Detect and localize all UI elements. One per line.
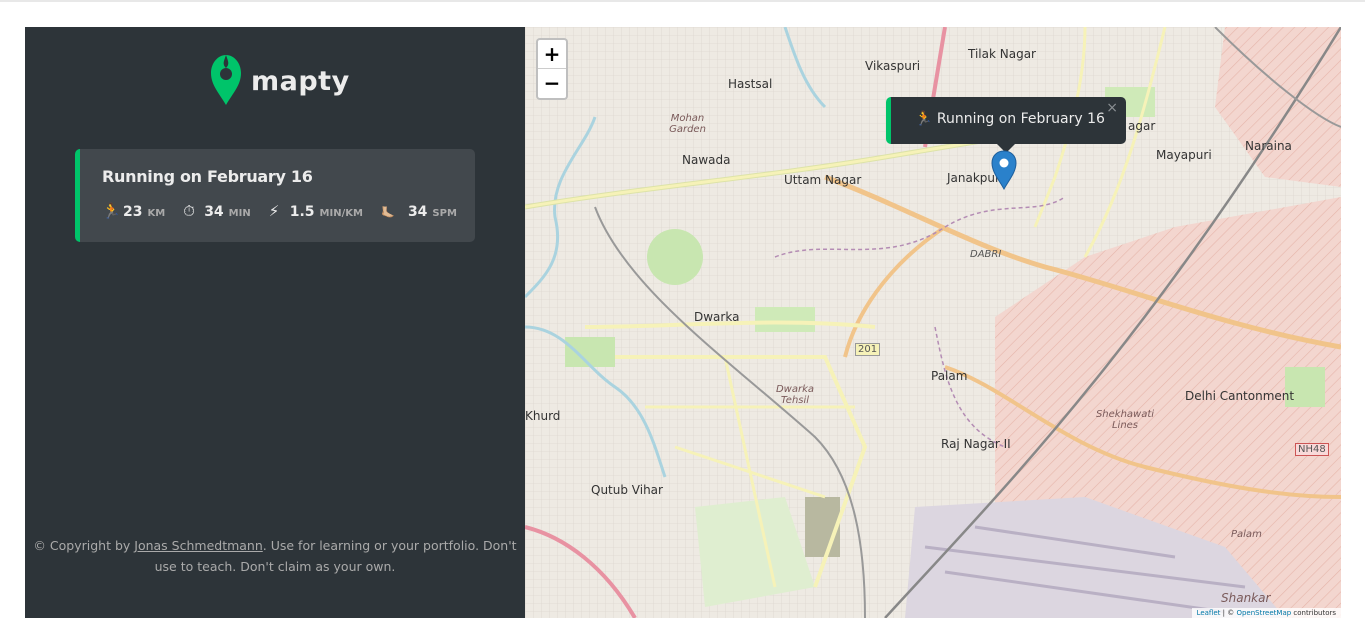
map-label-dabri: DABRI bbox=[970, 249, 1002, 260]
distance-value: 23 bbox=[123, 204, 143, 220]
author-link[interactable]: Jonas Schmedtmann bbox=[134, 538, 263, 553]
map-label-nagar: agar bbox=[1128, 119, 1156, 133]
osm-link[interactable]: OpenStreetMap bbox=[1236, 609, 1291, 617]
app-container: mapty Running on February 16 🏃 23 KM ⏱ 3… bbox=[25, 27, 1341, 618]
attribution-sep: | © bbox=[1220, 609, 1237, 617]
cadence-value: 34 bbox=[407, 204, 428, 220]
map-label-palam: Palam bbox=[931, 369, 968, 383]
map-label-vikaspuri: Vikaspuri bbox=[865, 59, 921, 73]
footprint-icon: 🦶🏼 bbox=[380, 206, 395, 219]
map-label-dwarka-tehsil: Dwarka Tehsil bbox=[775, 384, 815, 406]
map-label-hastsal: Hastsal bbox=[728, 77, 773, 91]
map-attribution: Leaflet | © OpenStreetMap contributors bbox=[1191, 608, 1341, 618]
map-label-naraina: Naraina bbox=[1245, 139, 1292, 153]
map-label-mohan-garden: Mohan Garden bbox=[669, 113, 706, 135]
map-label-dwarka: Dwarka bbox=[694, 310, 740, 324]
map-marker-icon[interactable] bbox=[991, 150, 1017, 190]
stopwatch-icon: ⏱ bbox=[183, 202, 195, 220]
attribution-contributors: contributors bbox=[1291, 609, 1336, 617]
cadence-unit: SPM bbox=[432, 208, 457, 219]
zoom-control: + − bbox=[536, 38, 568, 100]
sidebar: mapty Running on February 16 🏃 23 KM ⏱ 3… bbox=[25, 27, 525, 618]
workout-detail-distance: 🏃 23 KM bbox=[102, 202, 165, 220]
distance-unit: KM bbox=[147, 208, 166, 219]
map-label-nh48: NH48 bbox=[1295, 443, 1329, 456]
workout-title: Running on February 16 bbox=[102, 167, 313, 186]
zoom-in-button[interactable]: + bbox=[538, 40, 566, 69]
popup-text: 🏃 Running on February 16 bbox=[915, 111, 1105, 127]
map-label-raj-nagar: Raj Nagar II bbox=[941, 437, 1011, 451]
workout-detail-duration: ⏱ 34 MIN bbox=[183, 202, 251, 220]
map-label-qutub-vihar: Qutub Vihar bbox=[591, 483, 663, 497]
map[interactable]: Hastsal Vikaspuri Tilak Nagar Nawada Utt… bbox=[525, 27, 1341, 618]
pace-unit: MIN/KM bbox=[319, 208, 363, 219]
map-label-tilak-nagar: Tilak Nagar bbox=[968, 47, 1036, 61]
logo: mapty bbox=[211, 55, 350, 107]
workout-detail-pace: ⚡ 1.5 MIN/KM bbox=[269, 202, 363, 220]
workout-detail-cadence: 🦶🏼 34 SPM bbox=[381, 204, 457, 220]
map-label-palam-south: Palam bbox=[1231, 529, 1262, 540]
map-label-shankar: Shankar bbox=[1221, 591, 1271, 605]
workout-details: 🏃 23 KM ⏱ 34 MIN ⚡ 1.5 MIN/KM 🦶🏼 34 SPM bbox=[102, 202, 475, 220]
map-label-nawada: Nawada bbox=[682, 153, 731, 167]
lightning-icon: ⚡ bbox=[268, 202, 280, 220]
map-label-delhi-cantonment: Delhi Cantonment bbox=[1185, 389, 1295, 403]
workout-popup: 🏃 Running on February 16 × bbox=[886, 97, 1126, 144]
popup-close-button[interactable]: × bbox=[1106, 100, 1118, 116]
pace-value: 1.5 bbox=[289, 204, 315, 220]
map-pin-logo-icon bbox=[211, 55, 241, 105]
map-label-shekhawati: Shekhawati Lines bbox=[1095, 409, 1155, 431]
zoom-out-button[interactable]: − bbox=[538, 69, 566, 98]
running-icon: 🏃 bbox=[102, 202, 121, 220]
top-border bbox=[0, 0, 1365, 2]
leaflet-link[interactable]: Leaflet bbox=[1197, 609, 1221, 617]
duration-value: 34 bbox=[204, 204, 224, 220]
map-label-uttam-nagar: Uttam Nagar bbox=[784, 173, 862, 187]
copyright-prefix: © Copyright by bbox=[33, 538, 135, 553]
map-label-khurd: Khurd bbox=[525, 409, 561, 423]
app-name: mapty bbox=[251, 65, 350, 97]
copyright: © Copyright by Jonas Schmedtmann. Use fo… bbox=[25, 535, 525, 577]
duration-unit: MIN bbox=[228, 208, 251, 219]
workout-card[interactable]: Running on February 16 🏃 23 KM ⏱ 34 MIN … bbox=[75, 149, 475, 242]
map-label-mayapuri: Mayapuri bbox=[1156, 148, 1212, 162]
map-label-road-201: 201 bbox=[855, 343, 881, 356]
